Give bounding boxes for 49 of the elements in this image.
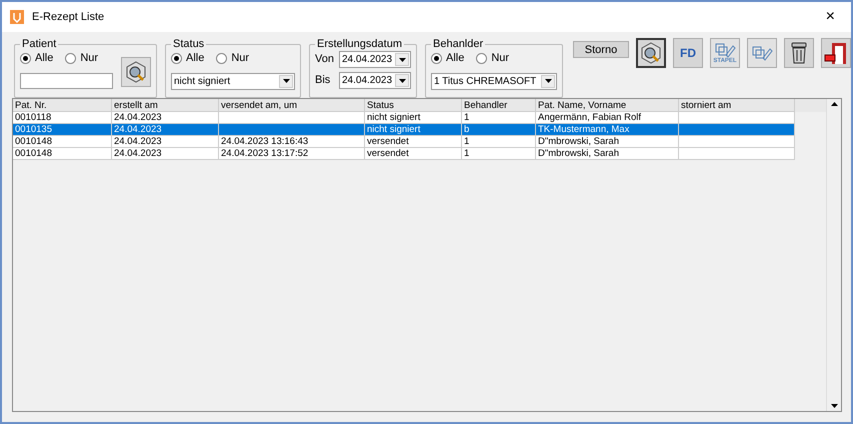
search-icon xyxy=(125,61,147,84)
dropdown-field[interactable]: 1 Titus CHREMASOFT xyxy=(431,72,557,90)
table-cell: 0010148 xyxy=(13,148,112,160)
window-title: E-Rezept Liste xyxy=(32,10,106,25)
toolbar-button[interactable] xyxy=(821,38,851,68)
toolbar-button[interactable] xyxy=(636,38,666,68)
app-icon xyxy=(10,10,24,24)
caret-icon xyxy=(398,78,406,82)
radio-button[interactable]: Nur xyxy=(216,50,250,66)
date-label: Bis xyxy=(315,73,332,88)
table-cell: D"mbrowski, Sarah xyxy=(536,148,679,160)
pages-pen-icon xyxy=(751,44,773,62)
exit-door-icon xyxy=(824,41,848,65)
radio-button[interactable]: Nur xyxy=(476,50,510,66)
group-title: Behanlder xyxy=(432,38,484,50)
date-label: Von xyxy=(315,52,335,68)
scrollbar[interactable] xyxy=(826,99,841,411)
dropdown-field[interactable]: 24.04.2023 xyxy=(339,72,411,89)
patient-field[interactable] xyxy=(20,72,113,88)
radio-button[interactable]: Nur xyxy=(65,50,98,66)
caret-icon xyxy=(544,79,552,83)
table-cell: 24.04.2023 xyxy=(112,148,219,160)
table-row[interactable]: 0010118 24.04.2023 nicht signiert 1 Angermänn, Fabian Rolf xyxy=(13,112,795,124)
search-icon xyxy=(640,42,662,64)
table-row[interactable]: 0010148 24.04.2023 24.04.2023 13:16:43 versendet 1 D"mbrowski, Sarah xyxy=(13,136,795,148)
fd-button[interactable]: FD xyxy=(673,38,703,68)
radio-button[interactable]: Alle xyxy=(171,50,204,66)
group-title: Erstellungsdatum xyxy=(316,38,403,50)
caret-icon xyxy=(282,79,290,83)
close-button[interactable]: × xyxy=(818,9,843,25)
caret-icon xyxy=(398,58,406,62)
scroll-down-icon[interactable] xyxy=(830,404,838,408)
search-button[interactable] xyxy=(121,57,151,88)
table-row[interactable]: 0010135 24.04.2023 nicht signiert b TK-Mustermann, Max xyxy=(13,124,795,136)
table-cell: 1 xyxy=(462,148,536,160)
group-title: Status xyxy=(172,38,206,50)
table-cell: 24.04.2023 13:17:52 xyxy=(219,148,365,160)
table-cell: versendet xyxy=(365,148,462,160)
storno-button[interactable]: Storno xyxy=(573,41,629,58)
trash-icon xyxy=(790,42,808,64)
radio-button[interactable]: Alle xyxy=(431,50,464,66)
radio-button[interactable]: Alle xyxy=(20,50,54,66)
pages-pen-icon xyxy=(714,42,736,58)
scroll-up-icon[interactable] xyxy=(830,102,838,106)
group-title: Patient xyxy=(21,38,58,50)
dropdown-field[interactable]: nicht signiert xyxy=(171,72,295,90)
toolbar-button[interactable] xyxy=(784,38,814,68)
dropdown-field[interactable]: 24.04.2023 xyxy=(339,51,411,68)
table-row[interactable]: 0010148 24.04.2023 24.04.2023 13:17:52 versendet 1 D"mbrowski, Sarah xyxy=(13,148,795,160)
